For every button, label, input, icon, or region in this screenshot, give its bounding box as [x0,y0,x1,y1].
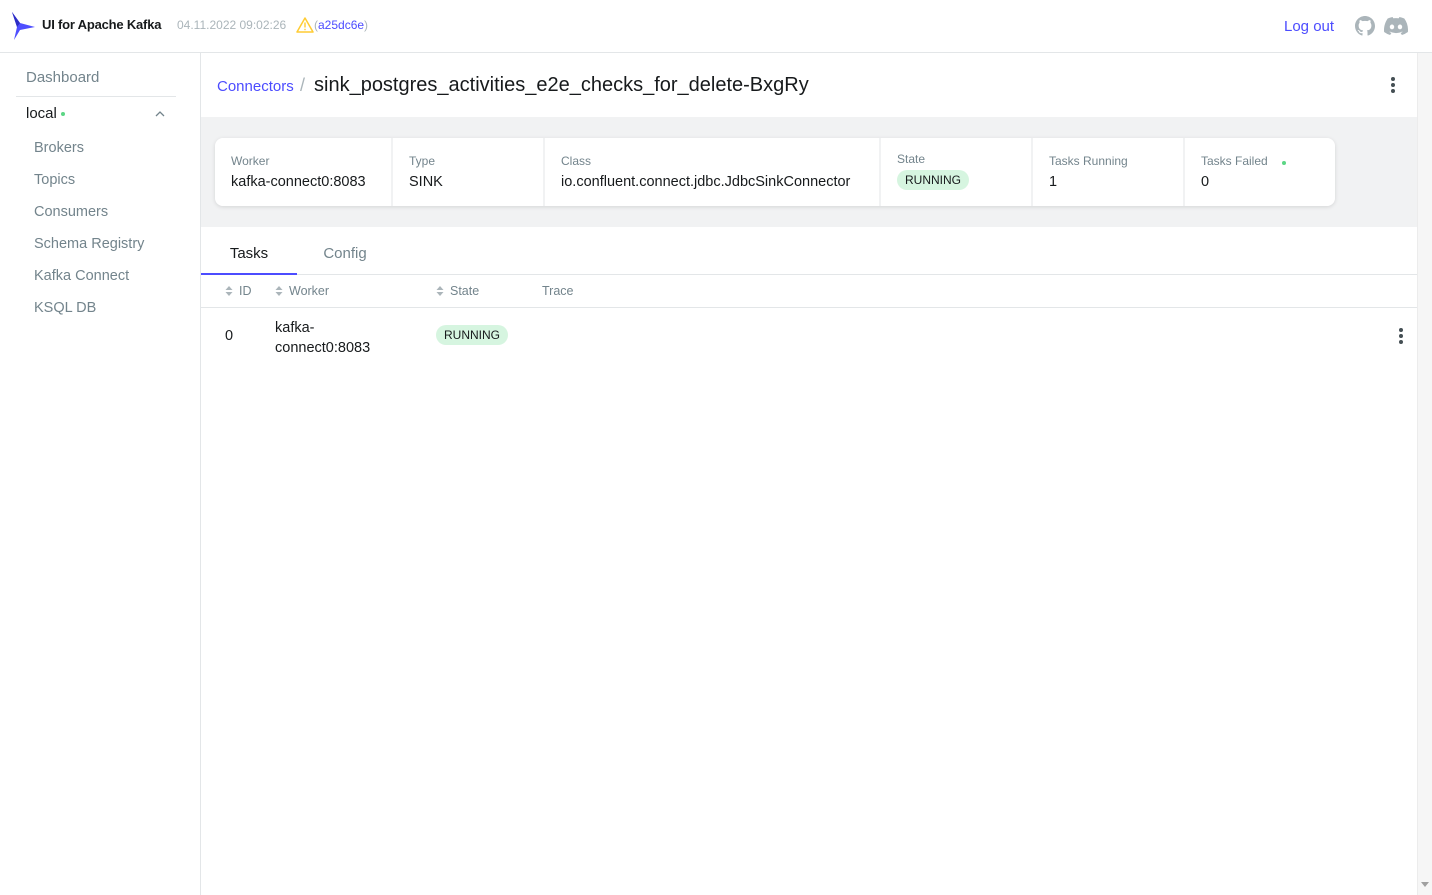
column-header-state[interactable]: State [436,284,479,298]
metric-label: State [897,152,926,166]
tasks-table-header: ID Worker State Trace [201,275,1417,308]
sort-icon [436,286,444,296]
sidebar-item-dashboard[interactable]: Dashboard [16,65,176,97]
metric-tasks-running: Tasks Running 1 [1033,138,1183,206]
metric-label: Tasks Running [1049,154,1128,168]
connector-tabs: Tasks Config [201,229,1417,275]
column-header-id[interactable]: ID [225,284,252,298]
cluster-name: local [26,105,57,122]
commit-hash-link[interactable]: a25dc6e [318,18,364,32]
column-header-label: ID [239,284,252,298]
commit-close-paren: ) [364,18,369,32]
connector-actions-menu-icon[interactable] [1385,75,1401,95]
breadcrumb-separator: / [300,75,306,95]
kafka-ui-logo-icon[interactable] [10,11,36,41]
sidebar-item-schema-registry[interactable]: Schema Registry [24,232,174,258]
column-header-trace: Trace [542,284,574,298]
tab-tasks[interactable]: Tasks [201,229,297,275]
metric-label: Type [409,154,436,168]
metric-label: Worker [231,154,270,168]
scroll-down-arrow-icon[interactable] [1421,882,1429,887]
sort-icon [275,286,283,296]
vertical-scrollbar[interactable] [1417,53,1432,895]
task-worker-cell: kafka-connect0:8083 [275,318,370,358]
sidebar-item-brokers[interactable]: Brokers [24,136,174,162]
top-navbar: UI for Apache Kafka 04.11.2022 09:02:26 … [0,0,1432,53]
metrics-panel: Worker kafka-connect0:8083 Type SINK Cla… [215,138,1335,206]
task-id-cell: 0 [225,328,234,344]
metric-value: SINK [409,174,443,190]
metric-class: Class io.confluent.connect.jdbc.JdbcSink… [545,138,879,206]
metric-value: 0 [1201,174,1210,190]
table-row: 0 kafka-connect0:8083 RUNNING [201,309,1417,365]
tasks-failed-status-dot [1282,161,1286,165]
tab-config[interactable]: Config [297,229,393,275]
metric-value: io.confluent.connect.jdbc.JdbcSinkConnec… [561,174,851,190]
sort-icon [225,286,233,296]
logout-button[interactable]: Log out [1284,18,1334,35]
column-header-label: State [450,284,480,298]
metric-type: Type SINK [393,138,543,206]
sidebar-item-topics[interactable]: Topics [24,168,174,194]
sidebar-item-ksql-db[interactable]: KSQL DB [24,296,174,322]
build-timestamp: 04.11.2022 09:02:26 [177,18,287,32]
metric-value: kafka-connect0:8083 [231,174,366,190]
metric-label: Tasks Failed [1201,154,1268,168]
sidebar-item-kafka-connect[interactable]: Kafka Connect [24,264,174,290]
discord-icon[interactable] [1384,17,1408,35]
metric-state: State RUNNING [881,138,1031,206]
chevron-up-icon[interactable] [154,109,166,119]
breadcrumb-connectors-link[interactable]: Connectors [217,78,294,95]
metric-worker: Worker kafka-connect0:8083 [215,138,391,206]
sidebar-item-consumers[interactable]: Consumers [24,200,174,226]
github-icon[interactable] [1355,16,1375,36]
state-running-badge: RUNNING [436,325,508,345]
metric-label: Class [561,154,592,168]
worker-line: kafka- [275,320,315,336]
worker-line: connect0:8083 [275,340,371,356]
warning-icon [296,17,314,33]
task-state-cell: RUNNING [436,325,508,345]
page-title: sink_postgres_activities_e2e_checks_for_… [314,74,809,96]
app-title[interactable]: UI for Apache Kafka [42,17,161,32]
cluster-status-dot [60,112,65,117]
state-running-badge: RUNNING [897,170,969,190]
column-header-worker[interactable]: Worker [275,284,329,298]
sidebar-nav: Dashboard local Brokers Topics Consumers… [0,53,201,895]
metric-value: 1 [1049,174,1058,190]
task-actions-menu-icon[interactable] [1393,326,1409,346]
column-header-label: Worker [289,284,330,298]
main-content: Connectors / sink_postgres_activities_e2… [201,53,1417,895]
sidebar-cluster-local[interactable]: local [16,103,176,127]
commit-info: (a25dc6e) [314,18,368,32]
metric-tasks-failed: Tasks Failed 0 [1185,138,1335,206]
